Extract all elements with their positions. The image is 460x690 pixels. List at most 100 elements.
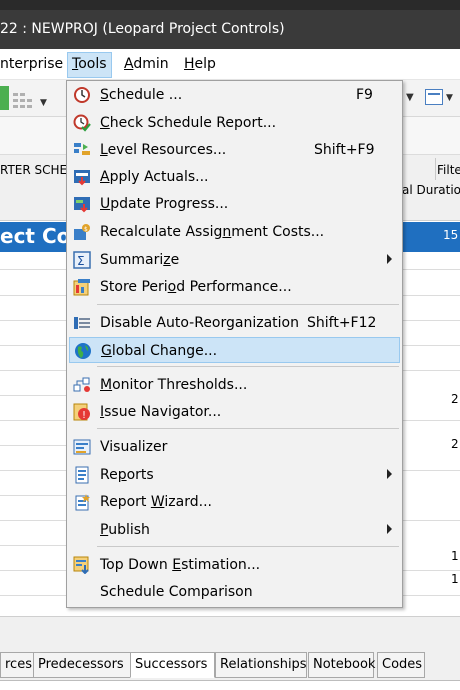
- menu-item-top-down-estimation[interactable]: Top Down Estimation...: [69, 552, 400, 578]
- menu-item-apply-actuals[interactable]: Apply Actuals...: [69, 164, 400, 190]
- title-bar: 22 : NEWPROJ (Leopard Project Controls): [0, 0, 460, 49]
- globe-icon: [75, 343, 91, 359]
- menu-item-visualizer[interactable]: Visualizer: [69, 434, 400, 460]
- menu-item-summarize[interactable]: Σ Summarize: [69, 247, 400, 273]
- tab-notebook[interactable]: Notebook: [308, 652, 375, 678]
- toolbar-view-icon[interactable]: [425, 89, 443, 105]
- menu-help[interactable]: Help: [184, 56, 216, 72]
- menu-item-update-progress[interactable]: Update Progress...: [69, 191, 400, 217]
- tab-predecessors[interactable]: Predecessors: [33, 652, 131, 678]
- shortcut-label: Shift+F12: [307, 315, 377, 331]
- row-divider: [0, 320, 66, 321]
- menu-separator: [97, 304, 399, 305]
- update-progress-icon: [74, 197, 90, 213]
- tab-successors[interactable]: Successors: [130, 652, 215, 678]
- row-divider: [0, 570, 66, 571]
- monitor-thresholds-icon: [73, 377, 90, 392]
- row-divider: [0, 370, 66, 371]
- cell-value: 1: [451, 549, 459, 563]
- check-schedule-icon: [73, 114, 91, 132]
- svg-text:!: !: [82, 410, 86, 421]
- shortcut-label: Shift+F9: [314, 142, 375, 158]
- menu-item-report-wizard[interactable]: Report Wizard...: [69, 489, 400, 515]
- row-divider: [402, 345, 460, 346]
- menu-item-schedule[interactable]: Schedule ... F9: [69, 82, 400, 108]
- row-divider: [0, 470, 66, 471]
- menu-item-publish[interactable]: Publish: [69, 517, 400, 543]
- tab-resources[interactable]: rces: [0, 652, 34, 678]
- row-divider: [0, 520, 66, 521]
- toolbar-dropdown-arrow-right-icon[interactable]: ▼: [406, 92, 414, 103]
- menu-item-disable-auto-reorganization[interactable]: Disable Auto-Reorganization Shift+F12: [69, 310, 400, 336]
- tab-codes[interactable]: Codes: [377, 652, 425, 678]
- detail-tabs: rces Predecessors Successors Relationshi…: [0, 652, 460, 678]
- apply-actuals-icon: [74, 170, 90, 186]
- column-divider: [435, 158, 436, 180]
- row-divider: [402, 295, 460, 296]
- reports-icon: [75, 466, 89, 484]
- row-divider: [0, 395, 66, 396]
- svg-text:$: $: [84, 226, 88, 233]
- menu-item-schedule-comparison[interactable]: Schedule Comparison: [69, 579, 400, 605]
- row-divider: [402, 269, 460, 270]
- svg-text:Σ: Σ: [77, 254, 85, 268]
- submenu-arrow-icon: [387, 254, 392, 264]
- row-divider: [402, 320, 460, 321]
- disable-reorg-icon: [74, 317, 90, 329]
- row-divider: [0, 445, 66, 446]
- issue-navigator-icon: !: [73, 403, 90, 421]
- menu-item-check-schedule-report[interactable]: Check Schedule Report...: [69, 110, 400, 136]
- row-divider: [0, 420, 66, 421]
- menu-item-issue-navigator[interactable]: ! Issue Navigator...: [69, 399, 400, 425]
- submenu-arrow-icon: [387, 469, 392, 479]
- toolbar-layout-icon[interactable]: [13, 90, 33, 108]
- menu-admin[interactable]: Admin: [124, 56, 169, 72]
- column-header-filter[interactable]: Filte: [437, 163, 460, 177]
- tab-relationships[interactable]: Relationships: [215, 652, 307, 678]
- row-divider: [0, 595, 66, 596]
- title-bar-strip: [0, 0, 460, 10]
- level-resources-icon: [74, 143, 90, 155]
- visualizer-icon: [73, 439, 91, 455]
- column-header-schedule[interactable]: RTER SCHE: [0, 163, 66, 177]
- toolbar-dropdown-arrow-icon[interactable]: ▼: [40, 98, 47, 108]
- menu-separator: [97, 428, 399, 429]
- menu-item-level-resources[interactable]: Level Resources... Shift+F9: [69, 137, 400, 163]
- menu-separator: [97, 366, 399, 367]
- submenu-arrow-icon: [387, 524, 392, 534]
- status-strip: [0, 680, 460, 690]
- top-down-icon: [73, 556, 89, 574]
- row-divider: [402, 370, 460, 371]
- toolbar-view-arrow-icon[interactable]: ▼: [446, 93, 453, 103]
- row-divider: [402, 570, 460, 571]
- tools-menu-dropdown: Schedule ... F9 Check Schedule Report...…: [66, 80, 403, 608]
- menu-item-store-period-performance[interactable]: Store Period Performance...: [69, 274, 400, 300]
- menu-separator: [97, 546, 399, 547]
- cell-value: 2: [451, 392, 459, 406]
- menu-item-monitor-thresholds[interactable]: Monitor Thresholds...: [69, 372, 400, 398]
- cell-value: 1: [451, 572, 459, 586]
- toolbar-green-icon[interactable]: [0, 86, 9, 110]
- menu-bar: nterprise Tools Admin Help: [0, 49, 460, 80]
- report-wizard-icon: [75, 494, 90, 511]
- shortcut-label: F9: [356, 87, 373, 103]
- menu-item-global-change[interactable]: Global Change...: [69, 337, 400, 363]
- summarize-icon: Σ: [73, 251, 91, 269]
- menu-item-reports[interactable]: Reports: [69, 462, 400, 488]
- row-divider: [402, 595, 460, 596]
- store-period-icon: [73, 279, 90, 296]
- row-divider: [0, 545, 66, 546]
- row-divider: [402, 470, 460, 471]
- project-row-value: 15: [443, 228, 459, 242]
- window-title: 22 : NEWPROJ (Leopard Project Controls): [0, 21, 285, 37]
- row-divider: [0, 495, 66, 496]
- cell-value: 2: [451, 437, 459, 451]
- recalculate-costs-icon: $: [74, 224, 90, 240]
- row-divider: [402, 520, 460, 521]
- menu-item-recalculate-assignment-costs[interactable]: $ Recalculate Assignment Costs...: [69, 219, 400, 245]
- row-divider: [402, 420, 460, 421]
- row-divider: [0, 295, 66, 296]
- menu-tools[interactable]: Tools: [67, 52, 112, 78]
- menu-enterprise[interactable]: nterprise: [0, 56, 63, 72]
- column-header-duration[interactable]: al Duratio: [402, 183, 460, 197]
